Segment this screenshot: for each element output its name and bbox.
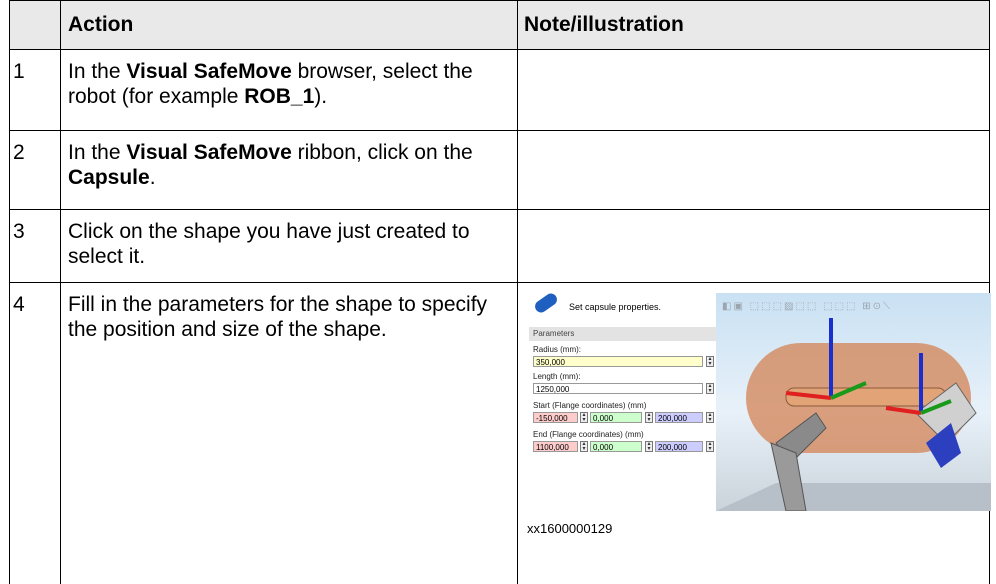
end-x-stepper[interactable]: ▴▾ — [580, 441, 588, 452]
start-x-stepper[interactable]: ▴▾ — [580, 412, 588, 423]
length-stepper[interactable]: ▴▾ — [706, 383, 714, 394]
end-z-input[interactable]: 200,000 — [655, 441, 703, 452]
end-y-input[interactable]: 0,000 — [590, 441, 642, 452]
length-label: Length (mm): — [533, 372, 581, 381]
action-text: ribbon, click on the — [292, 141, 473, 164]
start-z-stepper[interactable]: ▴▾ — [706, 412, 714, 423]
floor-shape — [716, 483, 991, 511]
action-bold: Visual SafeMove — [126, 141, 291, 164]
panel-title: Set capsule properties. — [569, 302, 661, 312]
end-x-input[interactable]: 1100,000 — [533, 441, 578, 452]
step-note: Set capsule properties. Parameters Radiu… — [518, 283, 990, 584]
instruction-table: Action Note/illustration 1 In the Visual… — [9, 0, 990, 584]
start-label: Start (Flange coordinates) (mm) — [533, 401, 646, 410]
start-y-input[interactable]: 0,000 — [590, 412, 642, 423]
step-action: Click on the shape you have just created… — [61, 210, 518, 283]
robot-capsule-graphic — [716, 293, 991, 511]
action-text: ). — [314, 85, 327, 108]
start-z-input[interactable]: 200,000 — [655, 412, 703, 423]
header-note: Note/illustration — [518, 1, 990, 50]
step-note — [518, 50, 990, 131]
start-y-stepper[interactable]: ▴▾ — [645, 412, 653, 423]
table-row: 1 In the Visual SafeMove browser, select… — [10, 50, 990, 131]
action-bold: Capsule — [68, 166, 150, 189]
header-step — [10, 1, 61, 50]
step-number: 3 — [10, 210, 61, 283]
step-note — [518, 131, 990, 210]
capsule-properties-panel: Set capsule properties. Parameters Radiu… — [527, 293, 718, 503]
step-action: Fill in the parameters for the shape to … — [61, 283, 518, 584]
action-text: . — [150, 166, 156, 189]
parameters-header: Parameters — [529, 327, 716, 341]
table-row: 2 In the Visual SafeMove ribbon, click o… — [10, 131, 990, 210]
step-note — [518, 210, 990, 283]
action-text: In the — [68, 141, 126, 164]
length-input[interactable]: 1250,000 — [533, 383, 703, 394]
3d-viewport[interactable]: ◧▣ ⬚⬚⬚▨⬚⬚ ⬚⬚⬚ ⊞⊙⟍ — [716, 293, 991, 511]
step-action: In the Visual SafeMove browser, select t… — [61, 50, 518, 131]
end-label: End (Flange coordinates) (mm) — [533, 430, 644, 439]
radius-input[interactable]: 350,000 — [533, 356, 703, 367]
figure-caption: xx1600000129 — [527, 521, 612, 536]
table-row: 3 Click on the shape you have just creat… — [10, 210, 990, 283]
table-row: 4 Fill in the parameters for the shape t… — [10, 283, 990, 584]
action-text: Click on the shape you have just created… — [68, 220, 470, 268]
end-y-stepper[interactable]: ▴▾ — [645, 441, 653, 452]
end-z-stepper[interactable]: ▴▾ — [706, 441, 714, 452]
capsule-figure: Set capsule properties. Parameters Radiu… — [518, 293, 988, 509]
header-action: Action — [61, 1, 518, 50]
start-x-input[interactable]: -150,000 — [533, 412, 578, 423]
action-bold: ROB_1 — [244, 85, 314, 108]
action-text: Fill in the parameters for the shape to … — [68, 293, 487, 341]
step-number: 4 — [10, 283, 61, 584]
action-text: In the — [68, 60, 126, 83]
radius-stepper[interactable]: ▴▾ — [706, 356, 714, 367]
radius-label: Radius (mm): — [533, 345, 581, 354]
step-action: In the Visual SafeMove ribbon, click on … — [61, 131, 518, 210]
table-header-row: Action Note/illustration — [10, 1, 990, 50]
capsule-icon — [533, 291, 560, 315]
step-number: 2 — [10, 131, 61, 210]
action-bold: Visual SafeMove — [126, 60, 291, 83]
step-number: 1 — [10, 50, 61, 131]
